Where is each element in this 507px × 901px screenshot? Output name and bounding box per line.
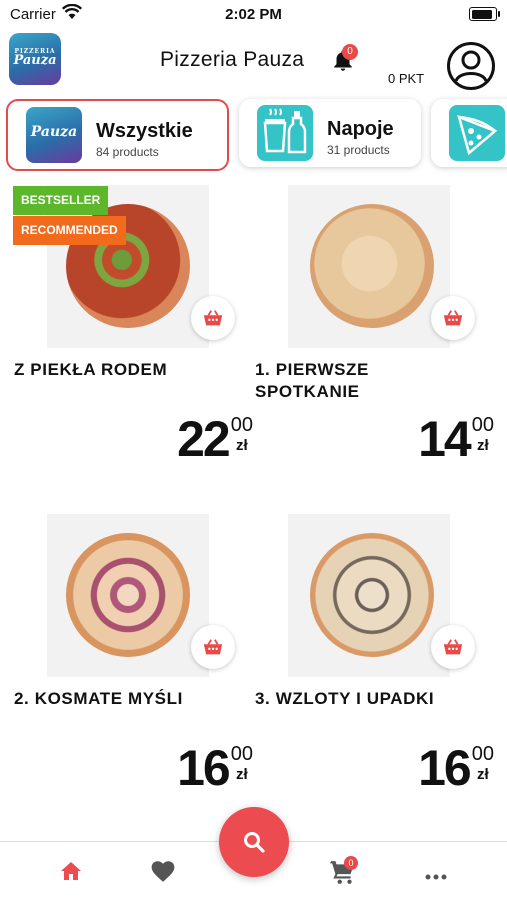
add-to-cart-button[interactable]	[191, 296, 235, 340]
logo-text: Pauza	[13, 53, 57, 68]
category-logo-text: Pauza	[30, 124, 78, 140]
product-card[interactable]: 3. WZLOTY I UPADKI 16 00 zł	[253, 514, 494, 804]
pizza-slice-icon	[449, 105, 505, 161]
add-to-cart-button[interactable]	[431, 625, 475, 669]
product-price: 16 00 zł	[177, 740, 253, 796]
search-icon	[244, 832, 265, 853]
product-image	[288, 514, 450, 677]
pauza-logo-icon: Pauza	[26, 107, 82, 163]
category-title: Napoje	[327, 118, 394, 140]
home-icon	[61, 862, 81, 880]
product-price: 14 00 zł	[418, 411, 494, 467]
product-price: 22 00 zł	[177, 411, 253, 467]
category-napoje[interactable]: Napoje 31 products	[239, 99, 421, 167]
add-to-cart-button[interactable]	[431, 296, 475, 340]
product-name: Z PIEKŁA RODEM	[14, 360, 168, 379]
basket-icon	[443, 310, 463, 326]
product-card[interactable]: BESTSELLER RECOMMENDED Z PIEKŁA RODEM 22…	[0, 185, 253, 505]
profile-icon[interactable]	[446, 41, 496, 91]
status-bar: Carrier 2:02 PM	[0, 0, 507, 28]
category-pizza[interactable]	[431, 99, 507, 167]
tab-home[interactable]	[59, 859, 83, 888]
recommended-badge: RECOMMENDED	[13, 216, 126, 245]
product-name: 1. PIERWSZE SPOTKANIE	[255, 360, 369, 401]
product-name: 2. KOSMATE MYŚLI	[14, 689, 183, 708]
category-subtitle: 84 products	[96, 145, 159, 159]
basket-icon	[203, 639, 223, 655]
app-logo[interactable]: PIZZERIA Pauza	[9, 33, 61, 85]
cart-count-badge: 0	[344, 856, 358, 870]
more-icon	[425, 874, 447, 880]
basket-icon	[203, 310, 223, 326]
product-price: 16 00 zł	[418, 740, 494, 796]
product-card[interactable]: 2. KOSMATE MYŚLI 16 00 zł	[0, 514, 253, 804]
points-label: 0 PKT	[388, 71, 425, 86]
product-card[interactable]: 1. PIERWSZE SPOTKANIE 14 00 zł	[253, 185, 494, 505]
notification-badge: 0	[342, 44, 358, 60]
tab-favorites[interactable]	[150, 859, 176, 888]
clock: 2:02 PM	[225, 6, 282, 23]
product-name: 3. WZLOTY I UPADKI	[255, 689, 435, 708]
heart-icon	[151, 861, 175, 882]
tab-more[interactable]	[424, 868, 448, 886]
search-button[interactable]	[219, 807, 289, 877]
basket-icon	[443, 639, 463, 655]
category-title: Wszystkie	[96, 120, 193, 142]
battery-icon	[469, 7, 500, 21]
category-subtitle: 31 products	[327, 143, 390, 157]
product-image	[47, 514, 209, 677]
page-title: Pizzeria Pauza	[160, 48, 305, 71]
add-to-cart-button[interactable]	[191, 625, 235, 669]
product-image	[288, 185, 450, 348]
category-wszystkie[interactable]: Pauza Wszystkie 84 products	[6, 99, 229, 171]
bestseller-badge: BESTSELLER	[13, 186, 109, 215]
drinks-icon	[257, 105, 313, 161]
